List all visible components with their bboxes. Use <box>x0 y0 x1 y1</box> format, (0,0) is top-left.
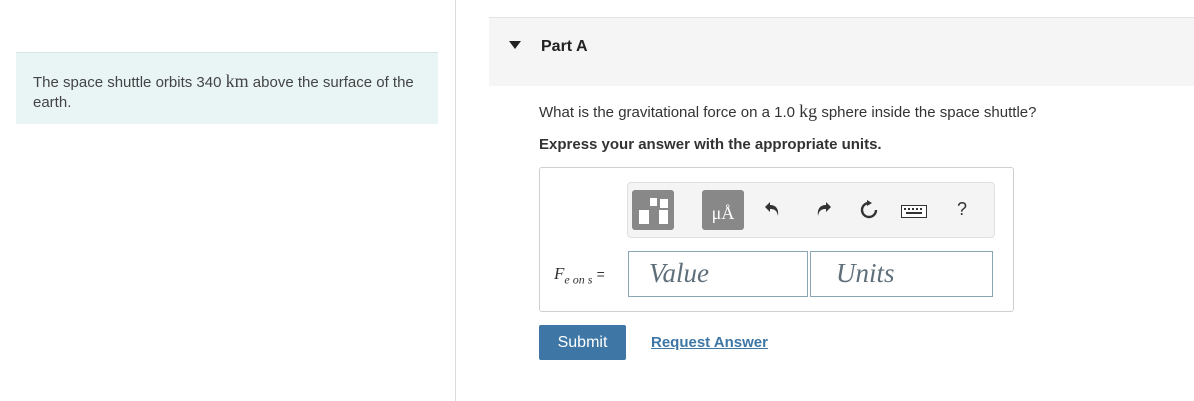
question-text-after: sphere inside the space shuttle? <box>817 104 1037 121</box>
collapse-caret-icon[interactable] <box>509 41 521 49</box>
request-answer-link[interactable]: Request Answer <box>651 334 768 351</box>
keyboard-icon[interactable] <box>901 205 927 218</box>
units-icon[interactable]: μÅ <box>702 190 744 230</box>
units-input[interactable]: Units <box>810 251 993 297</box>
part-title: Part A <box>541 38 588 55</box>
question-text-before: What is the gravitational force on a 1.0 <box>539 104 800 121</box>
reset-icon[interactable] <box>859 200 879 220</box>
templates-icon[interactable] <box>632 190 674 230</box>
problem-unit: km <box>225 71 249 91</box>
answer-variable-label: Fe on s = <box>554 264 605 287</box>
force-symbol: F <box>554 264 565 283</box>
redo-icon[interactable] <box>814 200 832 218</box>
answer-input-area: μÅ ? Fe on s = Value Units <box>539 167 1014 312</box>
problem-text-before: The space shuttle orbits 340 <box>33 74 226 91</box>
question-text: What is the gravitational force on a 1.0… <box>539 101 1036 122</box>
problem-panel: The space shuttle orbits 340 km above th… <box>0 0 456 401</box>
problem-statement: The space shuttle orbits 340 km above th… <box>16 52 438 124</box>
force-subscript: e on s <box>564 272 593 287</box>
help-icon[interactable]: ? <box>957 199 967 220</box>
question-unit: kg <box>799 101 818 121</box>
answer-instruction: Express your answer with the appropriate… <box>539 136 882 153</box>
value-input[interactable]: Value <box>628 251 808 297</box>
part-a-header[interactable]: Part A <box>489 17 1194 86</box>
submit-button[interactable]: Submit <box>539 325 626 360</box>
undo-icon[interactable] <box>764 200 782 218</box>
units-button-label: μÅ <box>711 203 735 223</box>
math-toolbar: μÅ ? <box>627 182 995 238</box>
equals-sign: = <box>596 266 605 282</box>
